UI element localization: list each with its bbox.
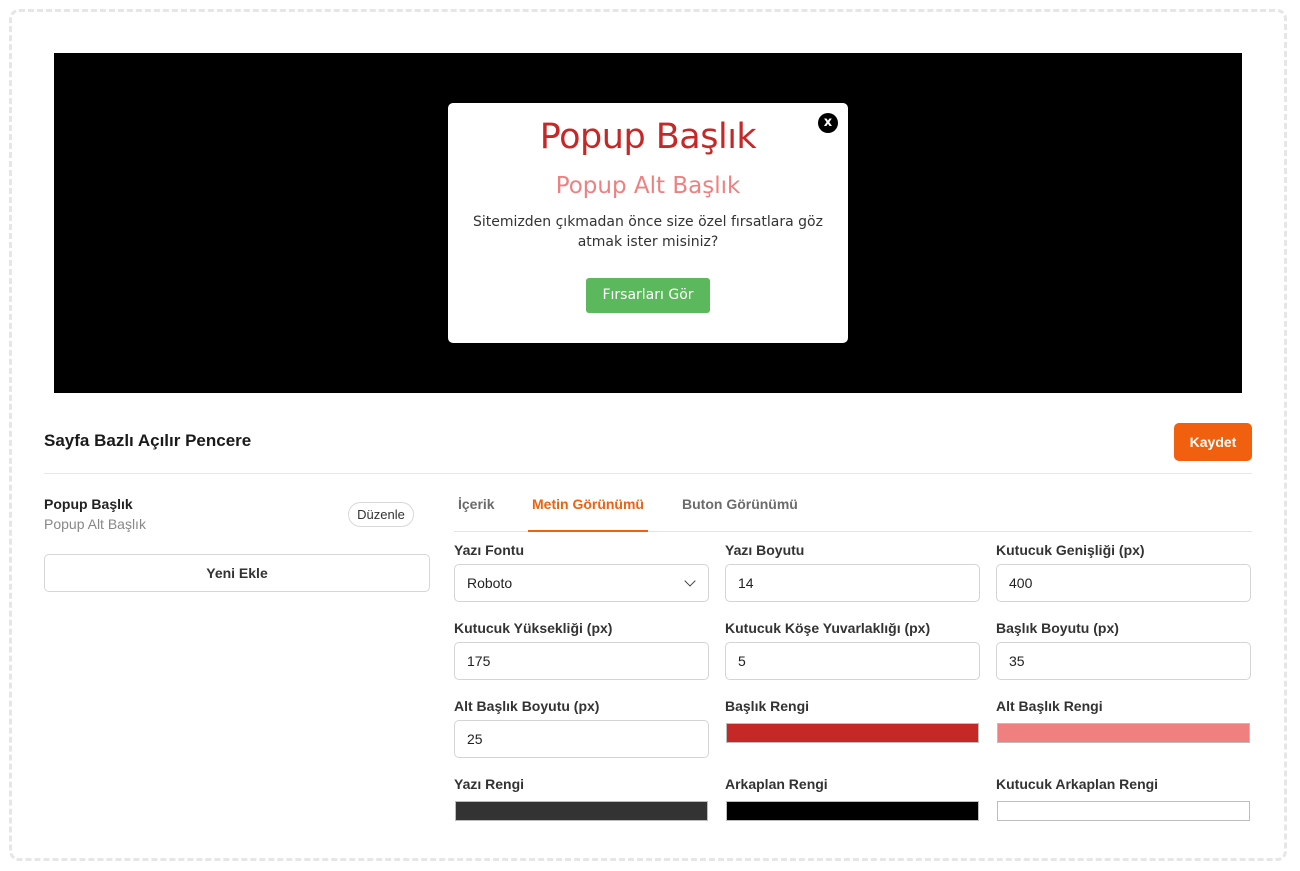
text-color-picker[interactable]	[455, 801, 708, 821]
subtitle-color-picker[interactable]	[997, 723, 1250, 743]
box-width-input[interactable]	[996, 564, 1251, 602]
box-width-label: Kutucuk Genişliği (px)	[996, 542, 1145, 558]
popup-subtitle: Popup Alt Başlık	[555, 173, 741, 199]
box-bg-color-label: Kutucuk Arkaplan Rengi	[996, 776, 1159, 792]
box-bg-color-picker[interactable]	[997, 801, 1250, 821]
title-size-label: Başlık Boyutu (px)	[996, 620, 1119, 636]
popup-cta-button[interactable]: Fırsarları Gör	[586, 278, 710, 313]
tab-content[interactable]: İçerik	[454, 485, 499, 532]
close-icon[interactable]: x	[818, 113, 838, 133]
subtitle-size-input[interactable]	[454, 720, 709, 758]
popup-title: Popup Başlık	[539, 117, 757, 157]
list-item-title: Popup Başlık	[44, 496, 133, 512]
section-title: Sayfa Bazlı Açılır Pencere	[44, 431, 252, 450]
subtitle-color-label: Alt Başlık Rengi	[996, 698, 1103, 714]
tab-bar: İçerik Metin Görünümü Buton Görünümü	[454, 485, 1252, 532]
chevron-down-icon	[684, 575, 696, 587]
popup-box: x Popup Başlık Popup Alt Başlık Sitemizd…	[448, 103, 848, 343]
box-radius-label: Kutucuk Köşe Yuvarlaklığı (px)	[725, 620, 931, 636]
tab-button-appearance[interactable]: Buton Görünümü	[678, 485, 802, 532]
box-radius-input[interactable]	[725, 642, 980, 680]
divider	[44, 473, 1252, 474]
box-height-label: Kutucuk Yüksekliği (px)	[454, 620, 613, 636]
box-height-input[interactable]	[454, 642, 709, 680]
text-color-label: Yazı Rengi	[454, 776, 525, 792]
font-size-label: Yazı Boyutu	[725, 542, 805, 558]
font-size-input[interactable]	[725, 564, 980, 602]
add-new-button[interactable]: Yeni Ekle	[44, 554, 430, 592]
popup-preview: x Popup Başlık Popup Alt Başlık Sitemizd…	[54, 53, 1242, 393]
title-color-label: Başlık Rengi	[725, 698, 810, 714]
list-item-subtitle: Popup Alt Başlık	[44, 516, 146, 532]
bg-color-picker[interactable]	[726, 801, 979, 821]
font-label: Yazı Fontu	[454, 542, 524, 558]
tab-text-appearance[interactable]: Metin Görünümü	[528, 485, 648, 532]
bg-color-label: Arkaplan Rengi	[725, 776, 828, 792]
title-color-picker[interactable]	[726, 723, 979, 743]
title-size-input[interactable]	[996, 642, 1251, 680]
edit-button[interactable]: Düzenle	[348, 502, 414, 527]
popup-text: Sitemizden çıkmadan önce size özel fırsa…	[473, 214, 823, 250]
save-button[interactable]: Kaydet	[1174, 423, 1252, 461]
font-select[interactable]: Roboto	[454, 564, 709, 602]
subtitle-size-label: Alt Başlık Boyutu (px)	[454, 698, 600, 714]
font-select-value: Roboto	[467, 575, 513, 591]
